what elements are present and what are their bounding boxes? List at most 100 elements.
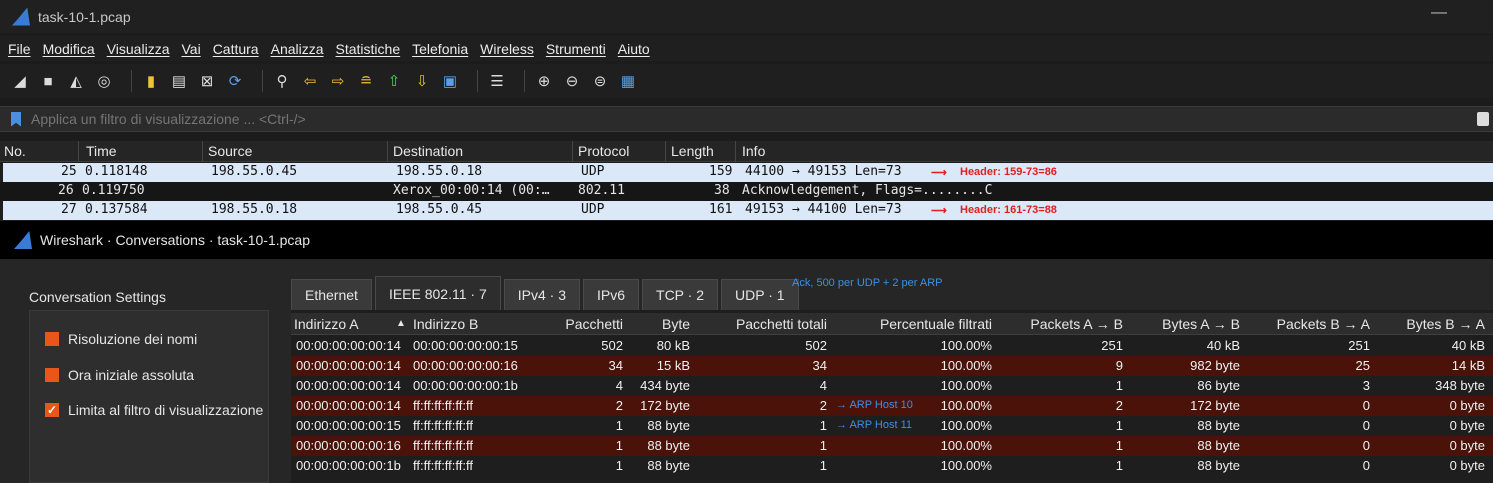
menu-cattura[interactable]: Cattura [213,41,259,57]
forward-arrow-icon[interactable]: ⇨ [328,71,348,91]
go-to-packet-icon[interactable]: ≘ [356,71,376,91]
col-packets[interactable]: Pacchetti [565,316,623,332]
col-packets-ab[interactable]: Packets A → B [1030,316,1123,332]
packet-source: 198.55.0.45 [211,164,298,179]
cell-packets: 1 [615,418,623,433]
bookmark-icon[interactable] [11,111,21,127]
annotation-arrow-icon: ⟶ [931,167,947,179]
zoom-in-icon[interactable]: ⊕ [534,71,554,91]
cell-bba: 0 byte [1449,438,1485,453]
display-filter-input[interactable] [31,111,1461,127]
main-toolbar: ◢ ■ ◭ ◎ ▮ ▤ ⊠ ⟳ ⚲ ⇦ ⇨ ≘ ⇧ ⇩ ▣ ☰ ⊕ ⊖ ⊜ ▦ [0,64,1493,98]
col-pct-filtered[interactable]: Percentuale filtrati [880,316,992,332]
packet-protocol: 802.11 [578,183,625,198]
cell-addr-b: ff:ff:ff:ff:ff:ff [413,398,473,413]
col-addr-b[interactable]: Indirizzo B [413,316,478,332]
close-file-icon[interactable]: ⊠ [197,71,217,91]
restart-icon[interactable]: ◭ [66,71,86,91]
menu-vai[interactable]: Vai [181,41,200,57]
col-length[interactable]: Length [671,143,714,159]
table-row[interactable]: 00:00:00:00:00:1b ff:ff:ff:ff:ff:ff 1 88… [291,456,1493,476]
packet-row[interactable]: 27 0.137584 198.55.0.18 198.55.0.45 UDP … [0,201,1493,220]
minimize-button[interactable]: — [1431,4,1447,22]
table-row[interactable]: 00:00:00:00:00:14 00:00:00:00:00:16 34 1… [291,356,1493,376]
autoscroll-icon[interactable]: ▣ [440,71,460,91]
tab-tcp[interactable]: TCP · 2 [642,279,718,310]
col-no[interactable]: No. [4,143,26,159]
menu-aiuto[interactable]: Aiuto [618,41,650,57]
table-row[interactable]: 00:00:00:00:00:14 00:00:00:00:00:15 502 … [291,336,1493,356]
open-file-icon[interactable]: ▮ [141,71,161,91]
col-source[interactable]: Source [208,143,252,159]
resize-columns-icon[interactable]: ▦ [618,71,638,91]
col-bytes-ba[interactable]: Bytes B → A [1406,316,1485,332]
menu-analizza[interactable]: Analizza [271,41,324,57]
cell-pba: 25 [1355,358,1370,373]
cell-addr-a: 00:00:00:00:00:14 [296,358,401,373]
col-destination[interactable]: Destination [393,143,463,159]
table-row[interactable]: 00:00:00:00:00:14 ff:ff:ff:ff:ff:ff 2 17… [291,396,1493,416]
packet-row[interactable]: 26 0.119750 Xerox_00:00:14 (00:… 802.11 … [0,182,1493,201]
cell-pct: 100.00% [940,398,992,413]
tab-udp[interactable]: UDP · 1 [721,279,799,310]
col-protocol[interactable]: Protocol [578,143,629,159]
table-row[interactable]: 00:00:00:00:00:14 00:00:00:00:00:1b 4 43… [291,376,1493,396]
menu-modifica[interactable]: Modifica [43,41,95,57]
table-row[interactable]: 00:00:00:00:00:16 ff:ff:ff:ff:ff:ff 1 88… [291,436,1493,456]
normal-size-icon[interactable]: ⊜ [590,71,610,91]
column-divider [78,141,79,162]
cell-bytes: 172 byte [640,398,690,413]
tab-ethernet[interactable]: Ethernet [291,279,372,310]
option-name-resolution[interactable]: Risoluzione dei nomi [45,331,267,347]
menu-statistiche[interactable]: Statistiche [336,41,401,57]
packet-time: 0.119750 [82,183,145,198]
cell-total: 1 [819,418,827,433]
cell-total: 502 [805,338,827,353]
checkbox-unchecked-icon[interactable] [45,368,59,382]
wireshark-fin-icon [14,231,32,249]
toolbar-separator [524,70,525,92]
col-bytes[interactable]: Byte [662,316,690,332]
menu-visualizza[interactable]: Visualizza [107,41,170,57]
col-total-packets[interactable]: Pacchetti totali [736,316,827,332]
cell-pab: 1 [1115,458,1123,473]
cell-pct: 100.00% [940,418,992,433]
option-limit-to-filter[interactable]: ✓ Limita al filtro di visualizzazione [45,402,267,418]
col-packets-ba[interactable]: Packets B → A [1277,316,1370,332]
option-absolute-start[interactable]: Ora iniziale assoluta [45,367,267,383]
last-packet-icon[interactable]: ⇩ [412,71,432,91]
colorize-icon[interactable]: ☰ [487,71,507,91]
packet-row[interactable]: 25 0.118148 198.55.0.45 198.55.0.18 UDP … [0,163,1493,182]
stop-icon[interactable]: ■ [38,71,58,91]
tab-ipv4[interactable]: IPv4 · 3 [503,279,580,310]
col-bytes-ab[interactable]: Bytes A → B [1162,316,1240,332]
checkbox-unchecked-icon[interactable] [45,332,59,346]
back-arrow-icon[interactable]: ⇦ [300,71,320,91]
col-info[interactable]: Info [742,143,765,159]
cell-addr-a: 00:00:00:00:00:14 [296,378,401,393]
cell-pct: 100.00% [940,338,992,353]
shark-fin-start-icon[interactable]: ◢ [10,71,30,91]
packet-list-header: No. Time Source Destination Protocol Len… [0,141,1493,162]
save-icon[interactable]: ▤ [169,71,189,91]
reload-icon[interactable]: ⟳ [225,71,245,91]
find-icon[interactable]: ⚲ [272,71,292,91]
menu-file[interactable]: File [8,41,31,57]
zoom-out-icon[interactable]: ⊖ [562,71,582,91]
first-packet-icon[interactable]: ⇧ [384,71,404,91]
sort-asc-icon: ▲ [396,318,406,329]
checkbox-checked-icon[interactable]: ✓ [45,403,59,417]
tab-ipv6[interactable]: IPv6 [583,279,640,310]
filter-apply-icon[interactable] [1477,112,1489,126]
menu-wireless[interactable]: Wireless [480,41,534,57]
col-time[interactable]: Time [86,143,117,159]
packet-info: 49153 → 44100 Len=73 [745,202,902,217]
cell-bytes: 88 byte [647,438,690,453]
col-addr-a[interactable]: Indirizzo A [294,316,359,332]
options-gear-icon[interactable]: ◎ [94,71,114,91]
tab-ieee80211[interactable]: IEEE 802.11 · 7 [374,276,501,310]
menu-strumenti[interactable]: Strumenti [546,41,606,57]
packet-protocol: UDP [581,164,605,179]
menu-telefonia[interactable]: Telefonia [412,41,468,57]
table-row[interactable]: 00:00:00:00:00:15 ff:ff:ff:ff:ff:ff 1 88… [291,416,1493,436]
